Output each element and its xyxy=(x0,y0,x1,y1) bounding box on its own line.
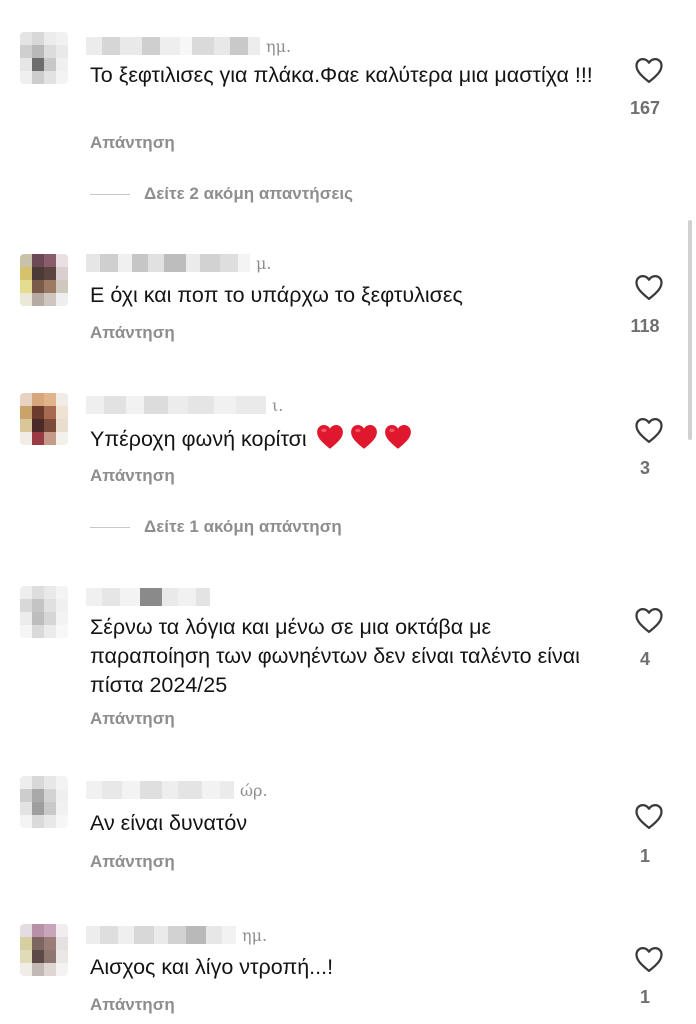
comment-time: ι. xyxy=(272,395,284,415)
comment-meta: ώρ. xyxy=(86,779,268,801)
comment-time: ημ. xyxy=(242,925,268,945)
username[interactable] xyxy=(86,254,250,272)
username[interactable] xyxy=(86,588,210,606)
reply-button[interactable]: Απάντηση xyxy=(90,133,175,153)
comment-text: Υπέροχη φωνή κορίτσι xyxy=(90,423,610,454)
like-count: 3 xyxy=(639,458,650,478)
reply-button[interactable]: Απάντηση xyxy=(90,995,175,1015)
view-more-replies-label: Δείτε 1 ακόμη απάντηση xyxy=(144,517,342,536)
comment-time: ημ. xyxy=(266,36,292,56)
scrollbar[interactable] xyxy=(688,220,692,440)
comment-time: μ. xyxy=(256,253,272,273)
username[interactable] xyxy=(86,396,266,414)
reply-button[interactable]: Απάντηση xyxy=(90,709,175,729)
comment-text-body: Υπέροχη φωνή κορίτσι xyxy=(90,427,307,451)
red-heart-emoji xyxy=(316,424,343,449)
reply-button[interactable]: Απάντηση xyxy=(90,466,175,486)
red-heart-emoji xyxy=(350,424,377,449)
red-heart-emoji xyxy=(315,423,413,450)
comment-text: Το ξεφτιλισες για πλάκα.Φαε καλύτερα μια… xyxy=(90,63,593,87)
heart-outline-icon[interactable] xyxy=(634,945,664,973)
reply-button[interactable]: Απάντηση xyxy=(90,323,175,343)
username[interactable] xyxy=(86,781,234,799)
comment-text: Αν είναι δυνατόν xyxy=(90,811,248,835)
comment-meta xyxy=(86,586,216,608)
divider-line xyxy=(90,193,130,195)
reply-button[interactable]: Απάντηση xyxy=(90,852,175,872)
like-count: 167 xyxy=(629,98,661,118)
comment-text: Αισχος και λίγο ντροπή...! xyxy=(90,955,334,979)
avatar[interactable] xyxy=(20,924,68,976)
avatar[interactable] xyxy=(20,393,68,445)
view-more-replies-label: Δείτε 2 ακόμη απαντήσεις xyxy=(144,184,353,203)
like-count: 118 xyxy=(630,316,660,336)
comment-meta: ημ. xyxy=(86,35,291,57)
divider-line xyxy=(90,526,130,528)
comment-text: Ε όχι και ποπ το υπάρχω το ξεφτυλισες xyxy=(90,283,463,307)
heart-outline-icon[interactable] xyxy=(634,416,664,444)
heart-outline-icon[interactable] xyxy=(634,56,664,84)
avatar[interactable] xyxy=(20,586,68,638)
like-count: 1 xyxy=(639,987,650,1007)
heart-outline-icon[interactable] xyxy=(634,606,664,634)
like-count: 1 xyxy=(639,846,650,866)
comment-meta: μ. xyxy=(86,252,271,274)
avatar[interactable] xyxy=(20,776,68,828)
red-heart-emoji xyxy=(384,424,411,449)
username[interactable] xyxy=(86,926,236,944)
username[interactable] xyxy=(86,37,260,55)
comment-meta: ι. xyxy=(86,394,283,416)
comment-time: ώρ. xyxy=(240,780,268,800)
avatar[interactable] xyxy=(20,32,68,84)
avatar[interactable] xyxy=(20,254,68,306)
view-more-replies[interactable]: Δείτε 1 ακόμη απάντηση xyxy=(90,517,342,537)
heart-outline-icon[interactable] xyxy=(634,802,664,830)
like-count: 4 xyxy=(639,649,650,669)
comment-meta: ημ. xyxy=(86,924,267,946)
comment-text: Σέρνω τα λόγια και μένω σε μια οκτάβα με… xyxy=(90,615,580,697)
heart-outline-icon[interactable] xyxy=(634,273,664,301)
view-more-replies[interactable]: Δείτε 2 ακόμη απαντήσεις xyxy=(90,184,353,204)
